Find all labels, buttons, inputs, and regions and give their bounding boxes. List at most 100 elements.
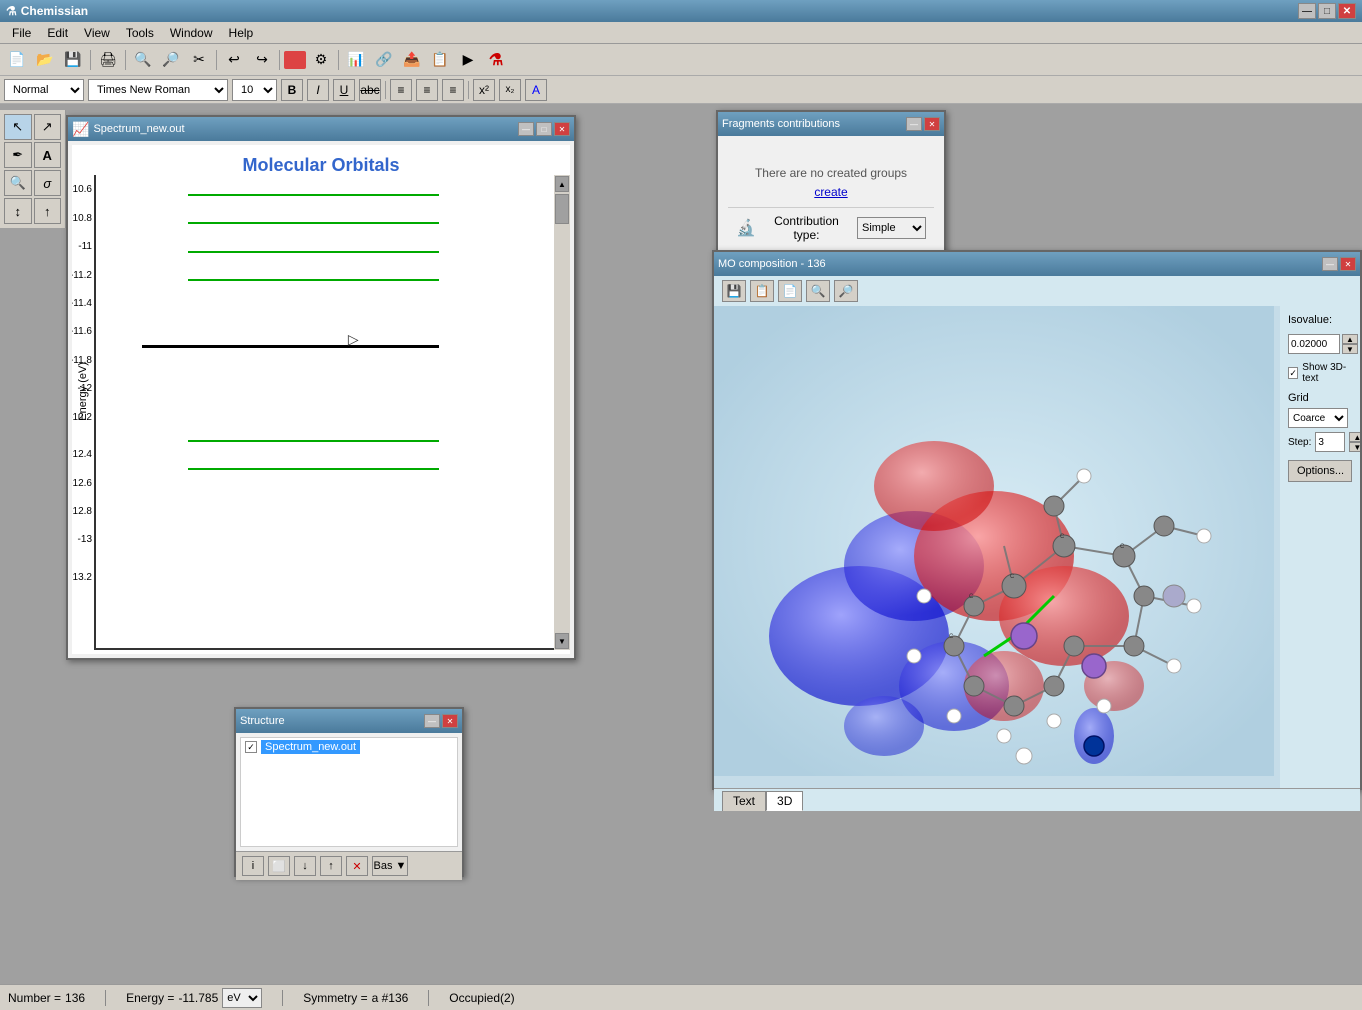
maximize-button[interactable]: □ [1318, 3, 1336, 19]
sigma-tool[interactable]: σ [34, 170, 62, 196]
down-tool[interactable]: ↕ [4, 198, 32, 224]
isovalue-down[interactable]: ▼ [1342, 344, 1358, 354]
options-button[interactable]: Options... [1288, 460, 1352, 482]
mo-minimize[interactable]: — [1322, 257, 1338, 271]
step-down[interactable]: ▼ [1349, 442, 1360, 452]
mo-copy-btn[interactable]: 📋 [750, 280, 774, 302]
energy-line-4 [188, 279, 440, 281]
mo-tab-text[interactable]: Text [722, 791, 766, 811]
step-input[interactable] [1315, 432, 1345, 452]
mo-tab-3d[interactable]: 3D [766, 791, 803, 811]
structure-title-bar: Structure — ✕ [236, 709, 462, 733]
open-button[interactable]: 📂 [32, 48, 58, 72]
svg-text:C: C [969, 594, 974, 600]
zoom-out-button[interactable]: 🔎 [158, 48, 184, 72]
up-button[interactable]: ↑ [320, 856, 342, 876]
subscript-button[interactable]: x₂ [499, 79, 521, 101]
spectrum-minimize[interactable]: — [518, 122, 534, 136]
spectrum-icon: 📈 [72, 121, 89, 138]
align-right-button[interactable]: ≡ [442, 79, 464, 101]
structure-checkbox[interactable]: ✓ [245, 741, 257, 753]
undo-button[interactable]: ↩ [221, 48, 247, 72]
menu-tools[interactable]: Tools [118, 24, 162, 42]
energy-line-5 [188, 440, 440, 442]
main-area: Fragments contributions — ✕ There are no… [66, 110, 1362, 984]
action-button[interactable]: ▶ [455, 48, 481, 72]
mo-zoom2-btn[interactable]: 🔎 [834, 280, 858, 302]
zoom-tool[interactable]: 🔍 [4, 170, 32, 196]
mo-save2-btn[interactable]: 📄 [778, 280, 802, 302]
export-button[interactable]: 📤 [399, 48, 425, 72]
grid-select[interactable]: Coarce Medium Fine [1288, 408, 1348, 428]
structure-item-label: Spectrum_new.out [261, 740, 360, 754]
symmetry-section: Symmetry = a #136 [303, 991, 408, 1005]
pen-tool[interactable]: ✒ [4, 142, 32, 168]
strikethrough-button[interactable]: abc [359, 79, 381, 101]
structure-item[interactable]: ✓ Spectrum_new.out [241, 738, 457, 756]
print-button[interactable]: 🖨 [95, 48, 121, 72]
style-select[interactable]: Normal [4, 79, 84, 101]
redo-button[interactable]: ↪ [249, 48, 275, 72]
delete-button[interactable]: ✕ [346, 856, 368, 876]
select-tool[interactable]: ↖ [4, 114, 32, 140]
close-button[interactable]: ✕ [1338, 3, 1356, 19]
italic-button[interactable]: I [307, 79, 329, 101]
show3d-checkbox[interactable]: ✓ [1288, 367, 1298, 379]
fragments-close[interactable]: ✕ [924, 117, 940, 131]
menu-window[interactable]: Window [162, 24, 221, 42]
settings-button[interactable]: ⚙ [308, 48, 334, 72]
size-select[interactable]: 10 [232, 79, 277, 101]
new-button[interactable]: 📄 [4, 48, 30, 72]
isovalue-up[interactable]: ▲ [1342, 334, 1358, 344]
bas-button[interactable]: Bas ▼ [372, 856, 408, 876]
pointer-tool[interactable]: ↗ [34, 114, 62, 140]
cut-button[interactable]: ✂ [186, 48, 212, 72]
chart-area[interactable]: -10.6 -10.8 -11 -11.2 -11.4 -11.6 -11.8 … [94, 175, 554, 650]
align-left-button[interactable]: ≡ [390, 79, 412, 101]
info-button[interactable]: i [242, 856, 264, 876]
bold-button[interactable]: B [281, 79, 303, 101]
energy-unit-select[interactable]: eV a.u. [222, 988, 262, 1008]
spectrum-close[interactable]: ✕ [554, 122, 570, 136]
fragments-window: Fragments contributions — ✕ There are no… [716, 110, 946, 255]
menu-help[interactable]: Help [221, 24, 262, 42]
y-ticks: -10.6 -10.8 -11 -11.2 -11.4 -11.6 -11.8 … [72, 175, 96, 648]
fragments-minimize[interactable]: — [906, 117, 922, 131]
logo-button[interactable]: ⚗ [483, 48, 509, 72]
structure-close[interactable]: ✕ [442, 714, 458, 728]
menu-file[interactable]: File [4, 24, 39, 42]
create-link[interactable]: create [728, 185, 934, 199]
font-color-button[interactable]: A [525, 79, 547, 101]
menu-view[interactable]: View [76, 24, 118, 42]
molecule-visualization[interactable]: C C C C C [714, 306, 1280, 788]
down-button[interactable]: ↓ [294, 856, 316, 876]
contribution-select[interactable]: Simple Extended [857, 217, 926, 239]
text-tool[interactable]: A [34, 142, 62, 168]
extra-button[interactable]: 📋 [427, 48, 453, 72]
up-tool[interactable]: ↑ [34, 198, 62, 224]
spectrum-scrollbar[interactable]: ▲ ▼ [554, 175, 570, 650]
superscript-button[interactable]: x² [473, 79, 495, 101]
save-button[interactable]: 💾 [60, 48, 86, 72]
spectrum-content: Molecular Orbitals Energy (eV) -10.6 -10… [72, 145, 570, 654]
show3d-row: ✓ Show 3D-text [1288, 362, 1352, 384]
structure-minimize[interactable]: — [424, 714, 440, 728]
spectrum-maximize[interactable]: □ [536, 122, 552, 136]
mo-save-btn[interactable]: 💾 [722, 280, 746, 302]
grid-label: Grid [1288, 392, 1352, 404]
chart-button[interactable]: 📊 [343, 48, 369, 72]
font-select[interactable]: Times New Roman [88, 79, 228, 101]
align-center-button[interactable]: ≡ [416, 79, 438, 101]
zoom-in-button[interactable]: 🔍 [130, 48, 156, 72]
color-button[interactable] [284, 51, 306, 69]
menu-edit[interactable]: Edit [39, 24, 76, 42]
isovalue-input[interactable] [1288, 334, 1340, 354]
link-button[interactable]: 🔗 [371, 48, 397, 72]
step-up[interactable]: ▲ [1349, 432, 1360, 442]
minimize-button[interactable]: — [1298, 3, 1316, 19]
underline-button[interactable]: U [333, 79, 355, 101]
mo-zoom-btn[interactable]: 🔍 [806, 280, 830, 302]
mo-close[interactable]: ✕ [1340, 257, 1356, 271]
grid-button[interactable]: ⬜ [268, 856, 290, 876]
isovalue-label: Isovalue: [1288, 314, 1352, 326]
